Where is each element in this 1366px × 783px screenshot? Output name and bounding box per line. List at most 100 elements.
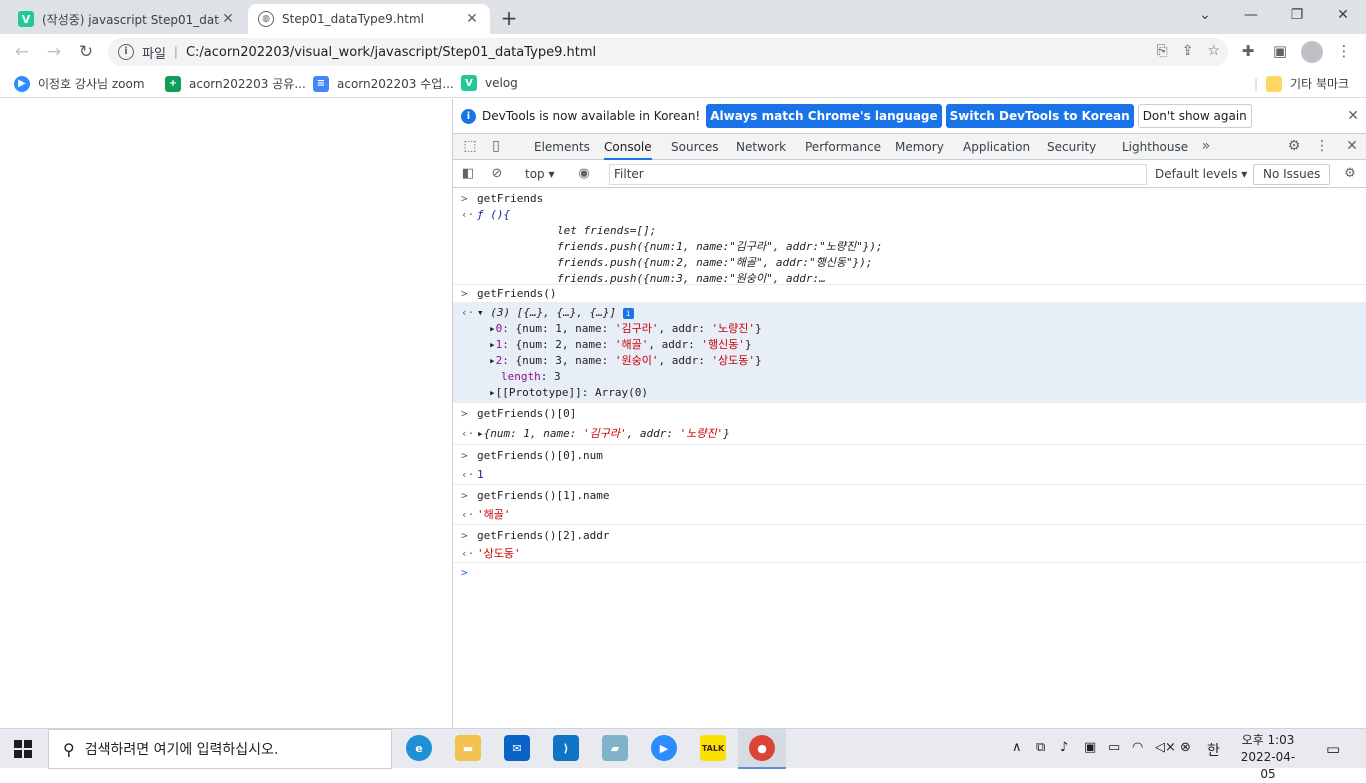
close-tab-icon[interactable]: ✕ xyxy=(464,11,480,27)
windows-start-icon[interactable] xyxy=(14,740,32,758)
log-levels-dropdown[interactable]: Default levels ▾ xyxy=(1155,167,1247,181)
other-bookmarks[interactable]: | 기타 북마크 xyxy=(1254,75,1349,92)
switch-to-korean-button[interactable]: Switch DevTools to Korean xyxy=(945,104,1134,128)
output-arrow-icon: ‹· xyxy=(461,306,475,319)
expand-triangle-icon: ▸ xyxy=(489,354,496,367)
minimize-button[interactable]: — xyxy=(1228,4,1274,26)
array-summary[interactable]: ▾ (3) [{…}, {…}, {…}] i xyxy=(453,305,1366,321)
forward-button[interactable]: → xyxy=(42,40,66,64)
bookmark-label: 이정호 강사님 zoom xyxy=(38,77,145,91)
tray-app-icon[interactable]: ▣ xyxy=(1084,740,1096,755)
scheme-label: 파일 xyxy=(142,46,166,62)
restore-button[interactable]: ❐ xyxy=(1274,4,1320,26)
bookmark-zoom[interactable]: ▶ 이정호 강사님 zoom xyxy=(14,75,145,92)
console-settings-gear-icon[interactable]: ⚙ xyxy=(1341,166,1359,181)
volume-muted-icon[interactable]: ◁× xyxy=(1155,740,1176,755)
item-num: 3 xyxy=(555,354,562,367)
notepad-icon[interactable]: ▰ xyxy=(602,735,628,761)
side-panel-icon[interactable]: ▣ xyxy=(1270,42,1290,60)
devtools-menu-kebab-icon[interactable]: ⋮ xyxy=(1313,138,1331,154)
kakaotalk-icon[interactable]: TALK xyxy=(700,735,726,761)
input-prompt-icon: > xyxy=(461,449,468,462)
inspect-element-icon[interactable]: ⬚ xyxy=(461,138,479,154)
url-text[interactable]: C:/acorn202203/visual_work/javascript/St… xyxy=(186,45,596,60)
tab-memory[interactable]: Memory xyxy=(895,134,944,160)
output-arrow-icon: ‹· xyxy=(461,547,475,560)
expand-triangle-icon: ▸ xyxy=(489,338,496,351)
object-output[interactable]: ▸{num: 1, name: '김구라', addr: '노량진'} xyxy=(453,426,1366,442)
tab-sources[interactable]: Sources xyxy=(671,134,718,160)
item-addr: '노량진' xyxy=(711,322,756,335)
other-bookmarks-label: 기타 북마크 xyxy=(1290,77,1350,91)
console-output[interactable]: > getFriends ‹· ƒ (){ let friends=[]; fr… xyxy=(453,189,1366,728)
profile-avatar[interactable] xyxy=(1301,41,1323,63)
microphone-icon[interactable]: ♪ xyxy=(1060,740,1068,755)
tray-status-icon[interactable]: ⊗ xyxy=(1180,740,1191,755)
always-match-language-button[interactable]: Always match Chrome's language xyxy=(706,104,942,128)
tab-security[interactable]: Security xyxy=(1047,134,1096,160)
site-info-icon[interactable]: i xyxy=(118,44,134,60)
taskbar-search-box[interactable]: ⚲ 검색하려면 여기에 입력하십시오. xyxy=(48,729,392,769)
bookmark-acorn-class[interactable]: ≡ acorn202203 수업... xyxy=(313,75,454,92)
number-output: 1 xyxy=(477,468,484,481)
console-input: getFriends()[0].num xyxy=(477,449,603,462)
tab-application[interactable]: Application xyxy=(963,134,1030,160)
tab-elements[interactable]: Elements xyxy=(534,134,590,160)
taskbar-clock[interactable]: 오후 1:03 2022-04-05 xyxy=(1236,732,1300,783)
infobar-message: DevTools is now available in Korean! xyxy=(482,109,701,123)
close-window-button[interactable]: ✕ xyxy=(1320,4,1366,26)
wifi-icon[interactable]: ◠ xyxy=(1132,740,1143,755)
close-infobar-icon[interactable]: ✕ xyxy=(1347,108,1359,124)
reload-button[interactable]: ↻ xyxy=(74,40,98,64)
bookmark-star-icon[interactable]: ☆ xyxy=(1207,43,1220,59)
array-output: ‹· ▾ (3) [{…}, {…}, {…}] i ▸0: {num: 1, … xyxy=(453,303,1366,403)
close-tab-icon[interactable]: ✕ xyxy=(220,11,236,27)
new-tab-button[interactable]: + xyxy=(498,6,520,30)
array-item[interactable]: ▸1: {num: 2, name: '해골', addr: '행신동'} xyxy=(453,337,1366,353)
sidebar-toggle-icon[interactable]: ◧ xyxy=(459,166,477,181)
clear-console-icon[interactable]: ⊘ xyxy=(488,166,506,181)
menu-kebab-icon[interactable]: ⋮ xyxy=(1334,42,1354,60)
info-badge-icon[interactable]: i xyxy=(622,308,634,319)
prompt-chevron-icon: > xyxy=(461,566,468,579)
back-button[interactable]: ← xyxy=(10,40,34,64)
tab-console[interactable]: Console xyxy=(604,134,652,160)
device-toolbar-icon[interactable]: ▯ xyxy=(487,138,505,154)
address-bar[interactable]: i 파일 | C:/acorn202203/visual_work/javasc… xyxy=(108,38,1228,66)
context-selector[interactable]: top ▾ xyxy=(525,167,555,181)
issues-button[interactable]: No Issues xyxy=(1253,164,1331,185)
notification-center-icon[interactable]: ▭ xyxy=(1326,740,1340,758)
tab-search-icon[interactable]: ⌄ xyxy=(1182,4,1228,26)
chrome-taskbar-active[interactable]: ● xyxy=(738,729,786,769)
file-explorer-icon[interactable]: ▬ xyxy=(455,735,481,761)
dont-show-again-button[interactable]: Don't show again xyxy=(1137,104,1252,128)
more-tabs-chevron-icon[interactable]: » xyxy=(1197,138,1215,154)
battery-icon[interactable]: ▭ xyxy=(1108,740,1120,755)
translate-icon[interactable]: ⎘ xyxy=(1157,43,1168,59)
tray-overflow-chevron-icon[interactable]: ∧ xyxy=(1012,740,1022,755)
share-icon[interactable]: ⇪ xyxy=(1182,43,1194,59)
mail-icon[interactable]: ✉ xyxy=(504,735,530,761)
tab-velog[interactable]: V (작성중) javascript Step01_dataT ✕ xyxy=(8,4,246,34)
tab-lighthouse[interactable]: Lighthouse xyxy=(1122,134,1188,160)
array-prototype[interactable]: ▸[[Prototype]]: Array(0) xyxy=(453,385,1366,401)
edge-icon[interactable]: e xyxy=(406,735,432,761)
array-item[interactable]: ▸2: {num: 3, name: '원숭이', addr: '상도동'} xyxy=(453,353,1366,369)
bookmark-velog[interactable]: V velog xyxy=(461,75,518,91)
live-expression-eye-icon[interactable]: ◉ xyxy=(575,166,593,181)
extensions-icon[interactable]: ✚ xyxy=(1238,42,1258,60)
bookmark-acorn-share[interactable]: + acorn202203 공유... xyxy=(165,75,306,92)
tray-camera-icon[interactable]: ⧉ xyxy=(1036,740,1045,755)
ime-korean-indicator[interactable]: 한 xyxy=(1207,740,1220,760)
array-item[interactable]: ▸0: {num: 1, name: '김구라', addr: '노량진'} xyxy=(453,321,1366,337)
settings-gear-icon[interactable]: ⚙ xyxy=(1285,138,1303,154)
item-num: 2 xyxy=(555,338,562,351)
console-filter-input[interactable]: Filter xyxy=(609,164,1147,185)
tab-network[interactable]: Network xyxy=(736,134,786,160)
console-prompt[interactable]: > xyxy=(453,563,1366,583)
tab-step01-datatype9[interactable]: ◍ Step01_dataType9.html ✕ xyxy=(248,4,490,34)
zoom-app-icon[interactable]: ▶ xyxy=(651,735,677,761)
close-devtools-icon[interactable]: ✕ xyxy=(1343,138,1361,154)
vscode-icon[interactable]: ⟩ xyxy=(553,735,579,761)
tab-performance[interactable]: Performance xyxy=(805,134,881,160)
